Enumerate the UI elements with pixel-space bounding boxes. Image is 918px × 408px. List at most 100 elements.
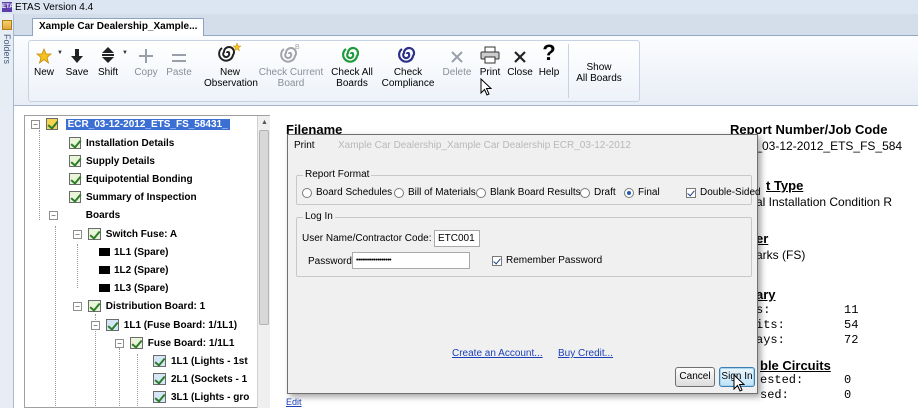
- copy-button[interactable]: Copy: [132, 42, 160, 78]
- tree-item-label[interactable]: Summary of Inspection: [86, 192, 197, 203]
- check-all-boards-button[interactable]: Check All Boards: [328, 42, 376, 89]
- folders-label[interactable]: Folders: [2, 34, 12, 64]
- tree-item-1l1-spare[interactable]: 1L1 (Spare): [99, 244, 168, 261]
- remember-password-checkbox[interactable]: Remember Password: [492, 255, 602, 266]
- checkbox-label: Double-Sided: [700, 187, 761, 198]
- tree-item-2l1-sockets[interactable]: 2L1 (Sockets - 1: [153, 371, 247, 388]
- checkbox-icon[interactable]: [686, 187, 696, 198]
- radio-board-schedules[interactable]: Board Schedules: [302, 187, 392, 198]
- tree-item-label[interactable]: 1L1 (Spare): [114, 247, 168, 258]
- tree-scrollbar[interactable]: ▲: [257, 116, 270, 408]
- help-button[interactable]: ? Help: [536, 42, 562, 79]
- tree-item-fuse-board-1-1l1[interactable]: − Fuse Board: 1/1L1: [115, 335, 234, 352]
- collapse-icon[interactable]: −: [49, 210, 58, 220]
- check-compliance-button[interactable]: Check Compliance: [378, 42, 438, 89]
- tree-item-label[interactable]: 3L1 (Lights - gro: [171, 392, 249, 403]
- tree-item-label[interactable]: Equipotential Bonding: [86, 174, 193, 185]
- collapse-icon[interactable]: −: [115, 338, 124, 348]
- star-icon: [32, 42, 56, 64]
- radio-icon[interactable]: [476, 187, 486, 198]
- folders-panel[interactable]: Folders: [0, 14, 14, 408]
- double-sided-checkbox[interactable]: Double-Sided: [686, 187, 761, 198]
- radio-bill-of-materials[interactable]: Bill of Materials: [394, 187, 476, 198]
- buy-credit-link[interactable]: Buy Credit...: [558, 348, 613, 359]
- collapse-icon[interactable]: −: [31, 119, 40, 129]
- report-tree[interactable]: − ECR_03-12-2012_ETS_FS_58431_ Installat…: [24, 115, 270, 408]
- summary-value: 11: [844, 303, 859, 317]
- tree-item-label[interactable]: 1L3 (Spare): [114, 283, 168, 294]
- summary-value: 72: [844, 333, 859, 347]
- tree-root[interactable]: − ECR_03-12-2012_ETS_FS_58431_: [31, 116, 230, 133]
- radio-icon[interactable]: [394, 187, 404, 198]
- cancel-button[interactable]: Cancel: [675, 367, 715, 387]
- tree-item-installation-details[interactable]: Installation Details: [69, 135, 174, 152]
- show-all-boards-button[interactable]: Show All Boards: [572, 62, 626, 84]
- tree-item-1l2-spare[interactable]: 1L2 (Spare): [99, 262, 168, 279]
- tree-item-equipotential-bonding[interactable]: Equipotential Bonding: [69, 171, 193, 188]
- scroll-thumb[interactable]: [259, 130, 269, 325]
- collapse-icon[interactable]: −: [73, 229, 82, 239]
- svg-text:B: B: [295, 44, 300, 51]
- checkbox-label: Remember Password: [506, 255, 603, 266]
- scroll-up-icon[interactable]: ▲: [261, 119, 268, 126]
- tree-item-label[interactable]: Supply Details: [86, 156, 155, 167]
- create-account-link[interactable]: Create an Account...: [452, 348, 543, 359]
- login-legend: Log In: [303, 211, 335, 222]
- circuits-value: 0: [844, 388, 852, 402]
- tree-item-summary-of-inspection[interactable]: Summary of Inspection: [69, 189, 197, 206]
- tree-item-1l1-fuse-board[interactable]: − 1L1 (Fuse Board: 1/1L1): [91, 317, 237, 334]
- circuit-check-icon: [153, 373, 166, 386]
- close-label: Close: [507, 67, 533, 78]
- radio-label: Final: [638, 187, 660, 198]
- tree-item-label[interactable]: 1L1 (Fuse Board: 1/1L1): [124, 320, 237, 331]
- checkbox-icon[interactable]: [492, 255, 502, 266]
- tree-item-distribution-board-1[interactable]: − Distribution Board: 1: [73, 298, 205, 315]
- tree-item-3l1-lights[interactable]: 3L1 (Lights - gro: [153, 389, 249, 406]
- tree-item-label[interactable]: Distribution Board: 1: [106, 301, 205, 312]
- password-input[interactable]: ••••••••••••••••••: [352, 252, 470, 269]
- delete-button[interactable]: Delete: [442, 42, 472, 78]
- tree-item-1l1-lights[interactable]: 1L1 (Lights - 1st: [153, 353, 248, 370]
- tree-item-boards[interactable]: − Boards: [49, 207, 120, 224]
- tree-item-label[interactable]: 1L2 (Spare): [114, 265, 168, 276]
- tree-item-supply-details[interactable]: Supply Details: [69, 153, 155, 170]
- new-dropdown-chevron-icon[interactable]: ▼: [57, 50, 63, 56]
- new-observation-button[interactable]: New Observation: [204, 42, 258, 89]
- edit-link[interactable]: Edit: [286, 397, 302, 407]
- tree-item-label[interactable]: 1L1 (Lights - 1st: [171, 356, 248, 367]
- window-titlebar: ETAS ETAS Version 4.4: [0, 0, 918, 14]
- tree-item-1l3-spare[interactable]: 1L3 (Spare): [99, 280, 168, 297]
- radio-icon[interactable]: [302, 187, 312, 198]
- username-input[interactable]: ETC001: [434, 230, 480, 247]
- tree-item-label[interactable]: Fuse Board: 1/1L1: [148, 338, 235, 349]
- tree-item-label[interactable]: 2L1 (Sockets - 1: [171, 374, 247, 385]
- collapse-icon[interactable]: −: [73, 301, 82, 311]
- shift-dropdown-chevron-icon[interactable]: ▼: [122, 50, 128, 56]
- save-button[interactable]: Save: [64, 42, 90, 78]
- radio-draft[interactable]: Draft: [580, 187, 616, 198]
- circuit-icon: [99, 284, 110, 293]
- new-button[interactable]: New: [32, 42, 56, 78]
- close-button[interactable]: Close: [506, 42, 534, 78]
- tab-document[interactable]: Xample Car Dealership_Xample...: [32, 18, 205, 36]
- radio-icon[interactable]: [580, 187, 590, 198]
- folder-icon[interactable]: [2, 20, 12, 30]
- shift-button[interactable]: Shift: [94, 42, 122, 78]
- checkmark-icon: [69, 137, 81, 150]
- username-label: User Name/Contractor Code:: [302, 233, 432, 244]
- compliance-spiral-icon: [378, 42, 438, 64]
- tree-item-switch-fuse-a[interactable]: − Switch Fuse: A: [73, 226, 177, 243]
- collapse-icon[interactable]: −: [91, 320, 100, 330]
- radio-final[interactable]: Final: [624, 187, 660, 198]
- tree-item-label[interactable]: Installation Details: [86, 138, 174, 149]
- tree-item-label[interactable]: Boards: [86, 210, 120, 221]
- check-current-board-button[interactable]: B Check Current Board: [258, 42, 324, 89]
- radio-selected-icon[interactable]: [624, 187, 634, 198]
- radio-blank-board-results[interactable]: Blank Board Results: [476, 187, 581, 198]
- print-button[interactable]: Print: [476, 42, 504, 78]
- tree-root-label[interactable]: ECR_03-12-2012_ETS_FS_58431_: [65, 119, 230, 130]
- tree-item-label[interactable]: Switch Fuse: A: [106, 229, 177, 240]
- paste-button[interactable]: Paste: [164, 42, 194, 78]
- show-all-boards-label-2: All Boards: [576, 73, 622, 84]
- save-label: Save: [65, 67, 89, 78]
